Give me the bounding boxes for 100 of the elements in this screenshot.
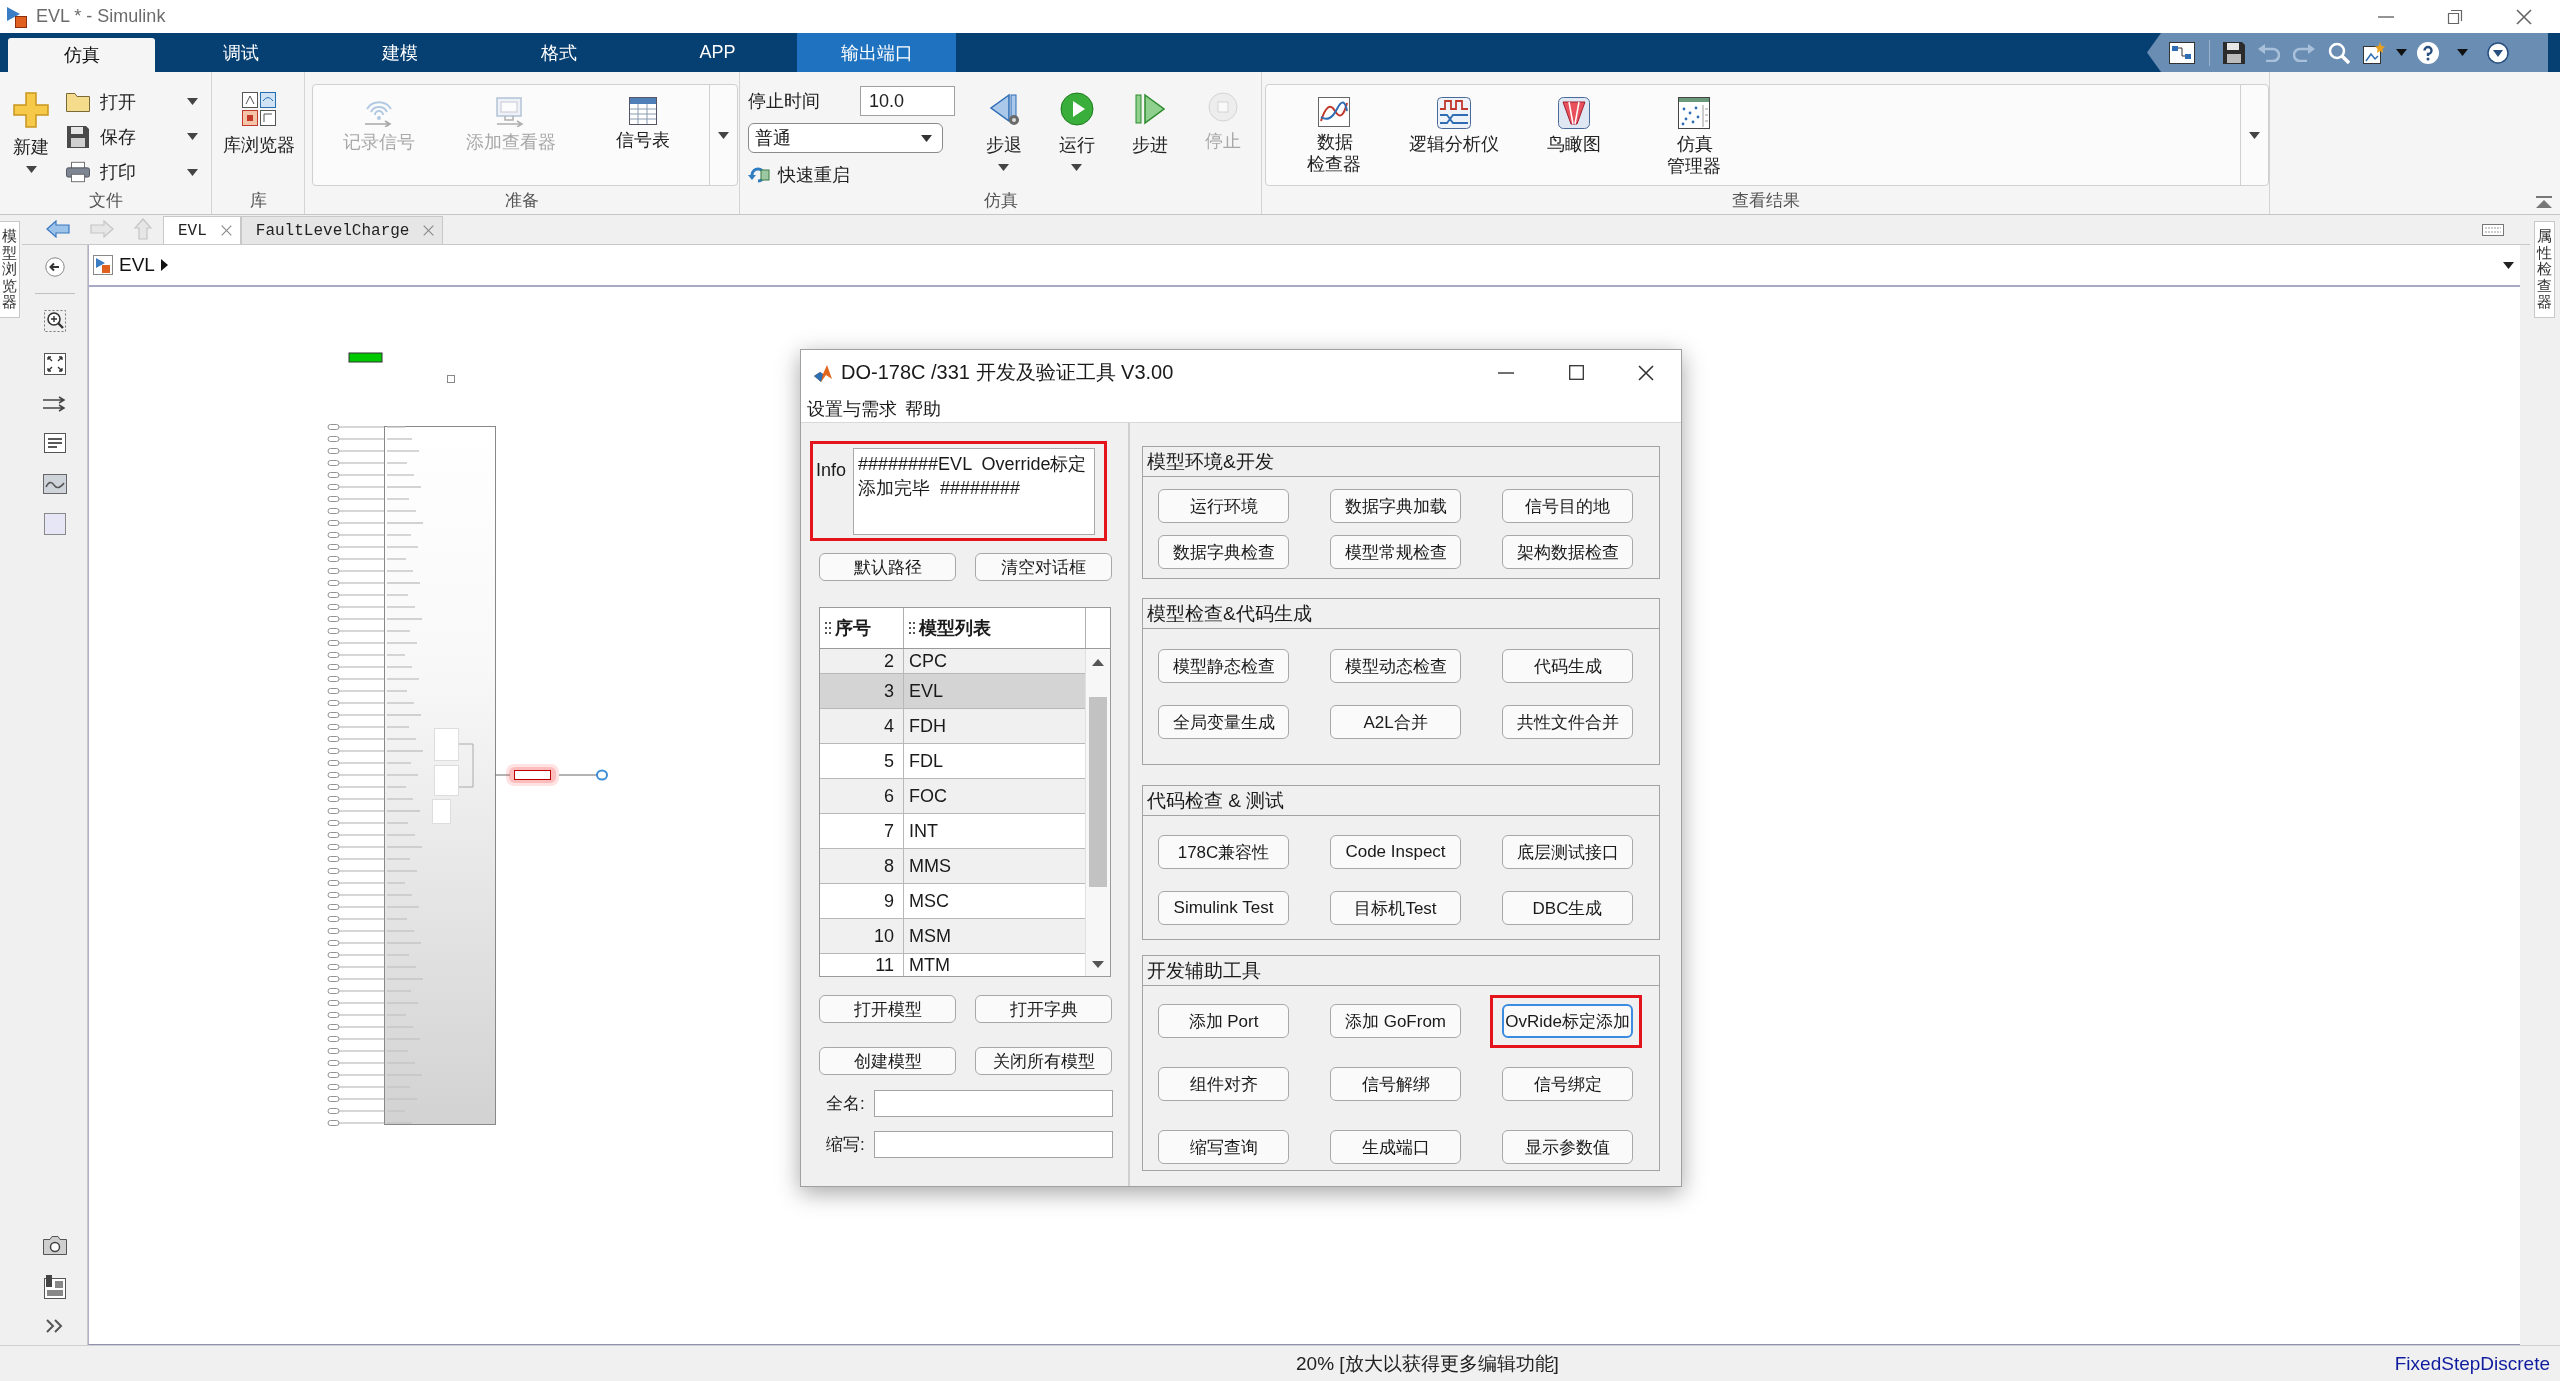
- tool-button[interactable]: 生成端口: [1330, 1130, 1461, 1164]
- inport-line[interactable]: [327, 868, 385, 874]
- info-textarea[interactable]: ########EVL Override标定添加完毕 ########: [853, 448, 1095, 535]
- tool-button[interactable]: 添加 Port: [1158, 1004, 1289, 1038]
- tool-button[interactable]: Simulink Test: [1158, 891, 1289, 925]
- tool-button[interactable]: 架构数据检查: [1502, 535, 1633, 569]
- ribbon-tab[interactable]: 建模: [326, 33, 473, 72]
- tool-button[interactable]: 显示参数值: [1502, 1130, 1633, 1164]
- inport-line[interactable]: [327, 976, 385, 982]
- inport-line[interactable]: [327, 856, 385, 862]
- inport-line[interactable]: [327, 928, 385, 934]
- tool-button[interactable]: 模型静态检查: [1158, 649, 1289, 683]
- double-chevron-icon[interactable]: [45, 1319, 64, 1333]
- inport-line[interactable]: [327, 652, 385, 658]
- inport-line[interactable]: [327, 964, 385, 970]
- default-path-button[interactable]: 默认路径: [819, 553, 956, 581]
- tool-button[interactable]: 模型动态检查: [1330, 649, 1461, 683]
- tool-button[interactable]: 运行环境: [1158, 489, 1289, 523]
- document-tab[interactable]: EVL: [163, 216, 241, 244]
- table-row[interactable]: 8 MMS: [820, 849, 1085, 884]
- tool-button[interactable]: A2L合并: [1330, 705, 1461, 739]
- ribbon-tab[interactable]: 调试: [167, 33, 314, 72]
- inport-line[interactable]: [327, 1096, 385, 1102]
- picture-star-icon[interactable]: [2363, 41, 2385, 64]
- menu-item[interactable]: 设置与需求: [807, 396, 897, 421]
- open-dictionary-button[interactable]: 打开字典: [975, 995, 1112, 1023]
- solver-link[interactable]: FixedStepDiscrete: [2394, 1352, 2550, 1375]
- inport-line[interactable]: [327, 448, 385, 454]
- tool-button[interactable]: 组件对齐: [1158, 1067, 1289, 1101]
- tool-button[interactable]: 代码生成: [1502, 649, 1633, 683]
- inport-line[interactable]: [327, 1036, 385, 1042]
- inport-line[interactable]: [327, 796, 385, 802]
- restore-icon[interactable]: [2446, 8, 2463, 25]
- ribbon-tab[interactable]: 输出端口: [797, 33, 956, 72]
- inport-line[interactable]: [327, 604, 385, 610]
- inport-line[interactable]: [327, 760, 385, 766]
- tool-button[interactable]: 信号解绑: [1330, 1067, 1461, 1101]
- tool-button[interactable]: 信号目的地: [1502, 489, 1633, 523]
- breadcrumb-item[interactable]: EVL: [119, 254, 155, 276]
- inport-line[interactable]: [327, 772, 385, 778]
- fit-view-icon[interactable]: [43, 353, 66, 375]
- open-model-button[interactable]: 打开模型: [819, 995, 956, 1023]
- inport-line[interactable]: [327, 568, 385, 574]
- simulation-manager-button[interactable]: 仿真管理器: [1634, 85, 1754, 185]
- library-browser-button[interactable]: 库浏览器: [212, 72, 305, 190]
- tool-button[interactable]: 178C兼容性: [1158, 835, 1289, 869]
- tool-button[interactable]: DBC生成: [1502, 891, 1633, 925]
- rectangle-area-icon[interactable]: [43, 513, 66, 535]
- inport-line[interactable]: [327, 436, 385, 442]
- inport-line[interactable]: [327, 1084, 385, 1090]
- table-row[interactable]: 4 FDH: [820, 709, 1085, 744]
- logic-analyzer-button[interactable]: 逻辑分析仪: [1394, 85, 1514, 185]
- print-button[interactable]: 打印: [66, 154, 198, 190]
- tool-button[interactable]: 数据字典加载: [1330, 489, 1461, 523]
- tool-button[interactable]: 共性文件合并: [1502, 705, 1633, 739]
- ribbon-tab[interactable]: APP: [644, 33, 791, 72]
- keyboard-icon[interactable]: [2482, 223, 2504, 236]
- full-name-field[interactable]: [874, 1090, 1113, 1117]
- redo-icon[interactable]: [2293, 43, 2315, 62]
- tool-button[interactable]: 模型常规检查: [1330, 535, 1461, 569]
- inport-line[interactable]: [327, 688, 385, 694]
- minimize-icon[interactable]: [1498, 371, 1514, 374]
- caret-right-icon[interactable]: [160, 259, 168, 271]
- text-lines-icon[interactable]: [43, 433, 66, 453]
- highlighted-block[interactable]: [506, 764, 559, 786]
- step-back-button[interactable]: 步退: [967, 72, 1040, 190]
- scroll-up-icon[interactable]: [1092, 659, 1104, 666]
- table-row[interactable]: 6 FOC: [820, 779, 1085, 814]
- table-row[interactable]: 7 INT: [820, 814, 1085, 849]
- menu-item[interactable]: 帮助: [905, 396, 941, 421]
- inport-line[interactable]: [327, 1060, 385, 1066]
- table-row[interactable]: 2 CPC: [820, 649, 1085, 674]
- tool-button[interactable]: 底层测试接口: [1502, 835, 1633, 869]
- inport-line[interactable]: [327, 496, 385, 502]
- inport-line[interactable]: [327, 904, 385, 910]
- inport-line[interactable]: [327, 628, 385, 634]
- caret-icon[interactable]: [2503, 261, 2514, 269]
- image-icon[interactable]: [42, 474, 67, 494]
- inport-line[interactable]: [327, 556, 385, 562]
- grip-icon[interactable]: [825, 622, 831, 634]
- inport-line[interactable]: [327, 952, 385, 958]
- table-row[interactable]: 10 MSM: [820, 919, 1085, 954]
- inport-line[interactable]: [327, 700, 385, 706]
- column-header[interactable]: 模型列表: [919, 616, 991, 640]
- small-block[interactable]: [447, 375, 455, 383]
- arrows-icon[interactable]: [42, 396, 67, 412]
- inport-line[interactable]: [327, 424, 385, 430]
- back-arrow-icon[interactable]: [46, 220, 70, 238]
- table-row[interactable]: 9 MSC: [820, 884, 1085, 919]
- inport-line[interactable]: [327, 592, 385, 598]
- close-all-models-button[interactable]: 关闭所有模型: [975, 1047, 1112, 1075]
- circle-down-icon[interactable]: [2487, 41, 2509, 64]
- tool-button[interactable]: 数据字典检查: [1158, 535, 1289, 569]
- close-icon[interactable]: [1638, 364, 1654, 381]
- maximize-icon[interactable]: [1568, 365, 1584, 380]
- table-row[interactable]: 5 FDL: [820, 744, 1085, 779]
- tool-button[interactable]: 目标机Test: [1330, 891, 1461, 925]
- save-icon[interactable]: [2223, 41, 2245, 64]
- tool-button[interactable]: OvRide标定添加: [1502, 1004, 1633, 1038]
- inport-line[interactable]: [327, 832, 385, 838]
